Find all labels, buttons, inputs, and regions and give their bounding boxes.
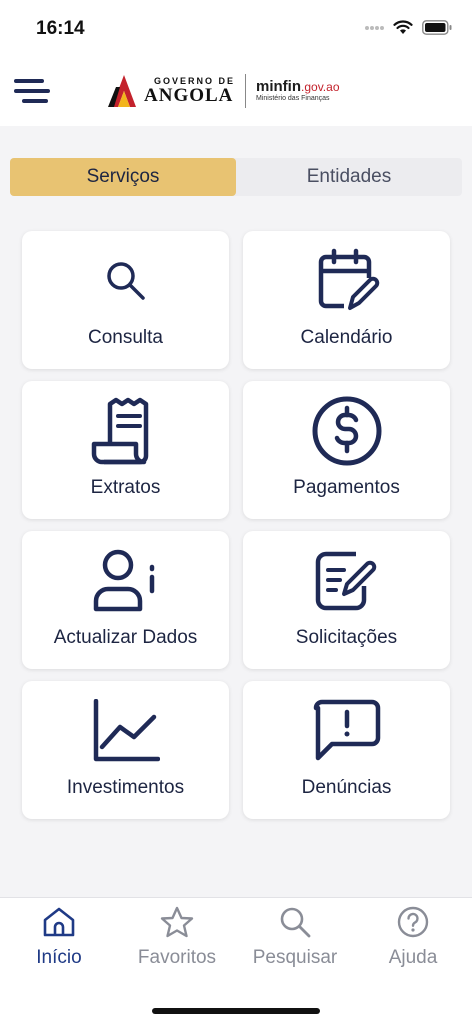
app-header: GOVERNO DE ANGOLA minfin.gov.ao Ministér… — [0, 58, 472, 126]
hamburger-menu-icon[interactable] — [14, 74, 54, 108]
calendar-edit-icon — [314, 231, 380, 321]
nav-item-favoritos[interactable]: Favoritos — [118, 906, 236, 969]
nav-label: Ajuda — [388, 947, 438, 968]
nav-label: Favoritos — [137, 947, 217, 968]
tab-servicos[interactable]: Serviços — [10, 158, 236, 196]
report-message-icon — [312, 681, 382, 771]
service-label: Denúncias — [301, 777, 392, 798]
battery-icon — [422, 20, 452, 40]
logo-minfin-main: minfin.gov.ao — [256, 77, 340, 96]
logo-governo: GOVERNO DE ANGOLA — [144, 77, 235, 106]
chart-line-icon — [92, 681, 160, 771]
service-label: Calendário — [300, 327, 393, 348]
service-label: Solicitações — [295, 627, 398, 648]
service-card-denuncias[interactable]: Denúncias — [243, 681, 450, 819]
dollar-icon — [311, 381, 383, 471]
service-label: Consulta — [88, 327, 163, 348]
nav-label: Pesquisar — [252, 947, 338, 968]
nav-item-inicio[interactable]: Início — [0, 906, 118, 969]
service-card-solicitacoes[interactable]: Solicitações — [243, 531, 450, 669]
receipt-icon — [90, 381, 162, 471]
home-icon — [42, 906, 76, 943]
wifi-icon — [393, 20, 413, 40]
logo-minfin-domain: .gov.ao — [301, 79, 340, 94]
user-info-icon — [92, 531, 160, 621]
nav-label: Início — [36, 947, 82, 968]
status-bar: 16:14 — [0, 0, 472, 58]
services-grid: Consulta Calendário Extratos Pagamentos … — [22, 231, 450, 819]
bottom-nav: Início Favoritos Pesquisar Ajuda — [0, 897, 472, 1024]
signal-icon — [364, 21, 384, 39]
home-indicator — [152, 1008, 320, 1014]
service-card-consulta[interactable]: Consulta — [22, 231, 229, 369]
search-icon — [278, 906, 312, 943]
logo-minfin-word: minfin — [256, 77, 302, 95]
service-card-investimentos[interactable]: Investimentos — [22, 681, 229, 819]
governo-angola-logo: GOVERNO DE ANGOLA minfin.gov.ao Ministér… — [108, 70, 368, 112]
service-label: Actualizar Dados — [53, 627, 198, 648]
star-icon — [160, 906, 194, 943]
logo-minfin-sub: Ministério das Finanças — [256, 95, 330, 103]
service-card-pagamentos[interactable]: Pagamentos — [243, 381, 450, 519]
status-icons — [364, 20, 452, 40]
service-label: Pagamentos — [293, 477, 400, 498]
service-card-extratos[interactable]: Extratos — [22, 381, 229, 519]
service-card-calendario[interactable]: Calendário — [243, 231, 450, 369]
segment-tabs: Serviços Entidades — [10, 158, 462, 196]
service-card-actualizar-dados[interactable]: Actualizar Dados — [22, 531, 229, 669]
service-label: Extratos — [90, 477, 161, 498]
nav-item-ajuda[interactable]: Ajuda — [354, 906, 472, 969]
logo-minfin: minfin.gov.ao Ministério das Finanças — [256, 77, 340, 103]
tab-entidades[interactable]: Entidades — [236, 158, 462, 196]
search-icon — [103, 231, 149, 321]
status-time: 16:14 — [36, 18, 85, 39]
service-label: Investimentos — [66, 777, 185, 798]
logo-gov-main: ANGOLA — [144, 85, 234, 106]
help-icon — [396, 906, 430, 943]
angola-emblem-icon — [108, 75, 136, 107]
nav-item-pesquisar[interactable]: Pesquisar — [236, 906, 354, 969]
form-edit-icon — [314, 531, 380, 621]
logo-divider — [245, 74, 247, 108]
